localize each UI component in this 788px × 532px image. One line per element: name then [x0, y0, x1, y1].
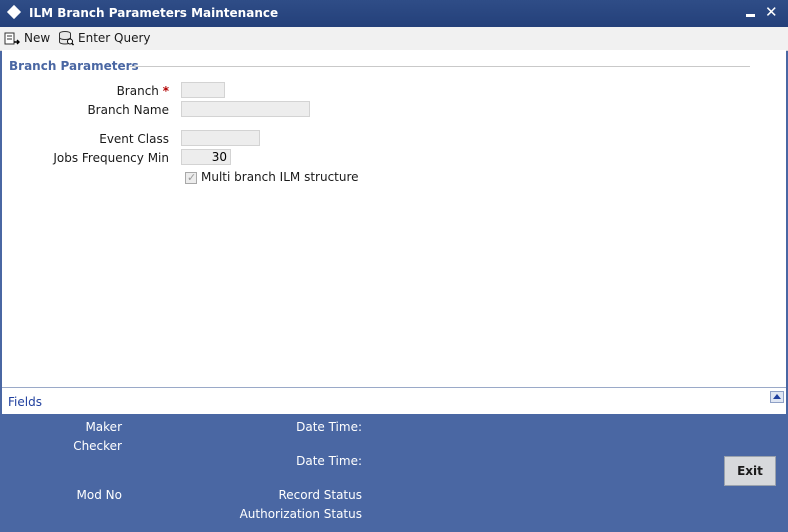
branch-name-label: Branch Name	[87, 103, 169, 117]
title-bar: ILM Branch Parameters Maintenance ✕	[0, 0, 788, 27]
maker-datetime-label: Date Time:	[296, 420, 362, 434]
checker-datetime-label: Date Time:	[296, 454, 362, 468]
new-record-icon	[4, 32, 20, 45]
jobs-frequency-label: Jobs Frequency Min	[53, 151, 169, 165]
jobs-frequency-input[interactable]	[181, 149, 231, 165]
multi-branch-label: Multi branch ILM structure	[201, 170, 359, 184]
enter-query-icon	[59, 31, 74, 46]
required-marker: *	[162, 84, 169, 98]
fields-bar: Fields	[2, 387, 786, 414]
branch-name-input[interactable]	[181, 101, 310, 117]
fields-link[interactable]: Fields	[8, 395, 42, 409]
main-form: Branch Parameters Branch * Branch Name E…	[2, 50, 786, 387]
window-title: ILM Branch Parameters Maintenance	[29, 6, 279, 20]
close-button[interactable]: ✕	[765, 3, 778, 21]
checkmark-icon: ✓	[187, 171, 197, 184]
record-status-label: Record Status	[278, 488, 362, 502]
window-diamond-icon	[6, 4, 22, 20]
new-button[interactable]: New	[4, 28, 50, 48]
enter-query-button-label: Enter Query	[78, 31, 151, 45]
event-class-label: Event Class	[99, 132, 169, 146]
toolbar: New Enter Query	[0, 27, 788, 51]
maker-label: Maker	[85, 420, 122, 434]
event-class-input[interactable]	[181, 130, 260, 146]
section-divider	[130, 66, 750, 67]
branch-input[interactable]	[181, 82, 225, 98]
enter-query-button[interactable]: Enter Query	[58, 28, 151, 48]
section-title: Branch Parameters	[9, 59, 139, 73]
exit-button[interactable]: Exit	[724, 456, 776, 486]
collapse-up-icon[interactable]	[770, 391, 784, 403]
multi-branch-checkbox[interactable]: ✓	[185, 171, 197, 184]
branch-label-text: Branch	[116, 84, 159, 98]
mod-no-label: Mod No	[76, 488, 122, 502]
authorization-status-label: Authorization Status	[239, 507, 362, 521]
checker-label: Checker	[73, 439, 122, 453]
new-button-label: New	[24, 31, 51, 45]
branch-label: Branch *	[9, 84, 169, 98]
audit-footer: Maker Date Time: Checker Date Time: Mod …	[0, 414, 788, 532]
